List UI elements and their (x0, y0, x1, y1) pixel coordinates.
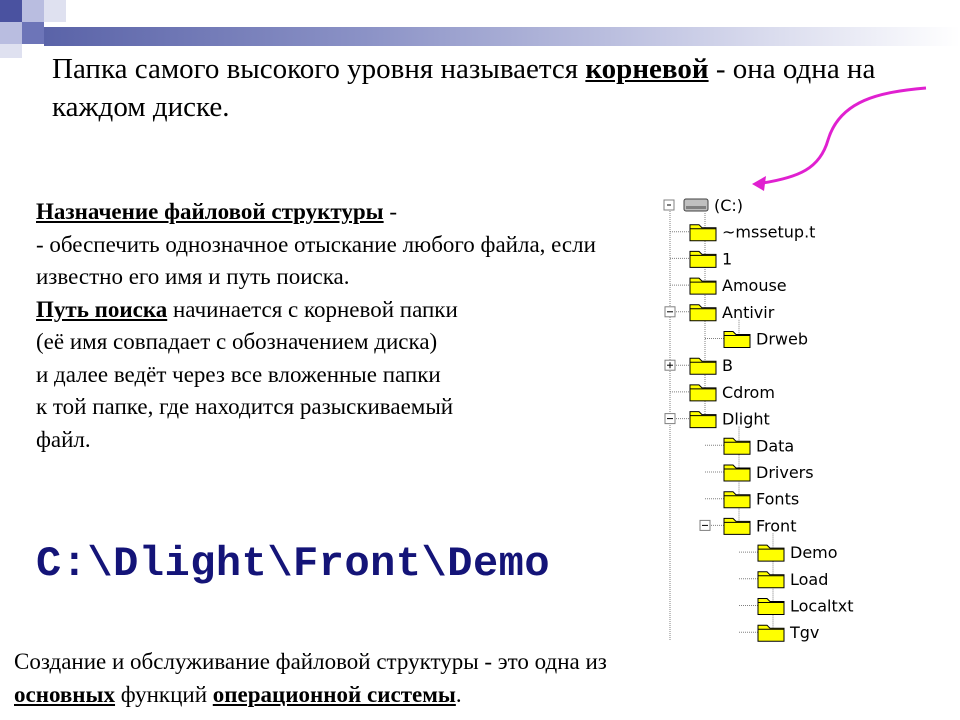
folder-icon (757, 544, 785, 562)
tree-node-fonts[interactable]: Fonts (705, 490, 799, 509)
folder-icon (689, 250, 717, 268)
example-path: C:\Dlight\Front\Demo (36, 540, 551, 588)
tree-label: 1 (722, 249, 732, 268)
tree-node-1[interactable]: 1 (670, 249, 732, 268)
path-text-5: файл. (36, 426, 91, 452)
tree-node-root[interactable]: (C:) (663, 196, 743, 215)
path-text-4: к той папке, где находится разыскиваемый (36, 394, 454, 419)
tree-label: Tgv (789, 623, 819, 642)
folder-icon (757, 571, 785, 589)
folder-icon (757, 598, 785, 615)
tree-label: ~mssetup.t (722, 223, 815, 242)
tree-label: Front (756, 516, 796, 535)
tree-label: Antivir (722, 303, 775, 322)
folder-icon (723, 491, 751, 509)
tree-node-cdrom[interactable]: Cdrom (670, 383, 775, 402)
tree-label: B (722, 356, 733, 375)
tree-node-localtxt[interactable]: Localtxt (739, 597, 853, 616)
path-line: Путь поиска начинается с корневой папки (36, 296, 458, 322)
bottom-text: Создание и обслуживание файловой структу… (14, 649, 607, 707)
folder-icon (689, 384, 717, 402)
folder-icon (723, 437, 751, 455)
tree-label: Fonts (756, 490, 799, 509)
tree-label: Cdrom (722, 383, 775, 402)
slide-body: Назначение файловой структуры - - обеспе… (36, 196, 656, 456)
purpose-term: Назначение файловой структуры (36, 199, 384, 224)
folder-icon (757, 624, 785, 642)
tree-label: Load (790, 570, 828, 589)
folder-icon (723, 517, 751, 535)
folder-icon (723, 464, 751, 482)
bottom-term-os: операционной системы (212, 682, 456, 707)
path-text-2: (её имя совпадает с обозначением диска) (36, 329, 438, 354)
purpose-text: - обеспечить однозначное отыскание любог… (36, 231, 596, 290)
tree-node-dlight[interactable]: Dlight (664, 410, 770, 429)
folder-icon (689, 357, 717, 375)
tree-node-tgv[interactable]: Tgv (739, 623, 819, 642)
tree-node-mssetupt[interactable]: ~mssetup.t (670, 223, 815, 242)
tree-node-front[interactable]: Front (699, 516, 796, 535)
tree-label: Amouse (722, 276, 787, 295)
tree-node-demo[interactable]: Demo (739, 543, 838, 562)
tree-node-load[interactable]: Load (739, 570, 828, 589)
tree-label-root: (C:) (714, 196, 743, 215)
tree-label: Dlight (722, 410, 770, 429)
folder-icon (689, 411, 717, 429)
tree-node-b[interactable]: B (664, 356, 733, 375)
tree-node-data[interactable]: Data (705, 436, 794, 455)
tree-node-amouse[interactable]: Amouse (670, 276, 787, 295)
folder-icon (689, 277, 717, 295)
folder-icon (689, 304, 717, 322)
tree-node-antivir[interactable]: Antivir (664, 303, 775, 322)
tree-node-drweb[interactable]: Drweb (705, 330, 808, 349)
tree-label: Drweb (756, 330, 808, 349)
tree-label: Localtxt (790, 597, 853, 616)
tree-label: Demo (790, 543, 838, 562)
tree-label: Drivers (756, 463, 814, 482)
folder-icon (689, 224, 717, 242)
slide-title: Папка самого высокого уровня называется … (52, 53, 876, 123)
tree-label: Data (756, 436, 794, 455)
folder-icon (723, 331, 751, 348)
root-term: корневой (585, 53, 709, 85)
arrow-head (752, 176, 766, 191)
path-term: Путь поиска (36, 296, 168, 322)
path-text-3: и далее ведёт через все вложенные папки (36, 361, 441, 387)
purpose-line: Назначение файловой структуры - (36, 199, 398, 224)
bottom-term-main: основных (14, 682, 116, 707)
tree-node-drivers[interactable]: Drivers (705, 463, 814, 482)
